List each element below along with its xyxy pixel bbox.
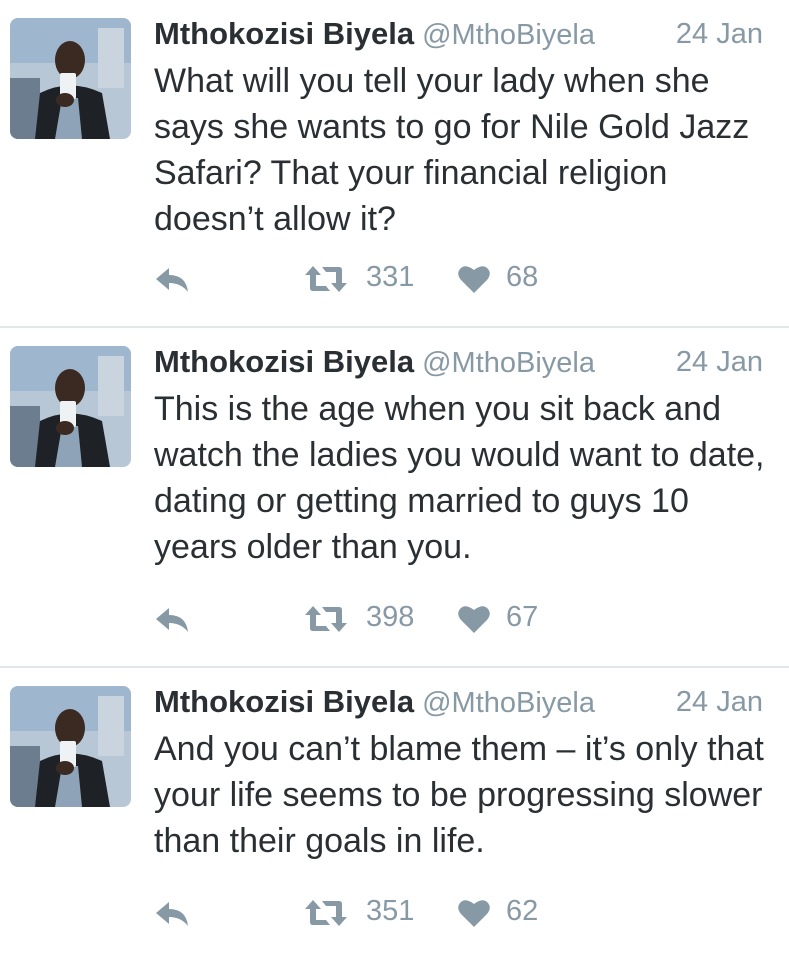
retweet-count: 331 xyxy=(366,261,415,293)
tweet-date[interactable]: 24 Jan xyxy=(676,346,763,379)
author-handle[interactable]: @MthoBiyela xyxy=(422,347,595,379)
avatar[interactable] xyxy=(10,18,131,139)
tweet-actions: 351 62 xyxy=(154,894,654,934)
tweet-header: Mthokozisi Biyela @MthoBiyela 24 Jan xyxy=(154,344,763,384)
reply-icon[interactable] xyxy=(154,266,190,294)
avatar[interactable] xyxy=(10,346,131,467)
author-name[interactable]: Mthokozisi Biyela xyxy=(154,344,414,379)
tweet-actions: 331 68 xyxy=(154,260,654,300)
reply-icon[interactable] xyxy=(154,606,190,634)
tweet-date[interactable]: 24 Jan xyxy=(676,686,763,719)
author-name[interactable]: Mthokozisi Biyela xyxy=(154,16,414,51)
retweet-count: 351 xyxy=(366,895,415,927)
avatar-photo xyxy=(10,346,131,467)
reply-icon[interactable] xyxy=(154,900,190,928)
like-count: 67 xyxy=(506,601,539,633)
heart-icon[interactable] xyxy=(458,264,490,294)
tweet-header: Mthokozisi Biyela @MthoBiyela 24 Jan xyxy=(154,684,763,724)
heart-icon[interactable] xyxy=(458,898,490,928)
author-handle[interactable]: @MthoBiyela xyxy=(422,19,595,51)
like-count: 68 xyxy=(506,261,539,293)
tweet-actions: 398 67 xyxy=(154,600,654,640)
author-name[interactable]: Mthokozisi Biyela xyxy=(154,684,414,719)
avatar-photo xyxy=(10,18,131,139)
tweet[interactable]: Mthokozisi Biyela @MthoBiyela 24 Jan And … xyxy=(0,668,789,960)
author-handle[interactable]: @MthoBiyela xyxy=(422,687,595,719)
heart-icon[interactable] xyxy=(458,604,490,634)
tweet[interactable]: Mthokozisi Biyela @MthoBiyela 24 Jan What… xyxy=(0,0,789,328)
like-count: 62 xyxy=(506,895,539,927)
avatar[interactable] xyxy=(10,686,131,807)
tweet[interactable]: Mthokozisi Biyela @MthoBiyela 24 Jan This… xyxy=(0,328,789,668)
tweet-text: And you can’t blame them – it’s only tha… xyxy=(154,730,764,860)
tweet-header: Mthokozisi Biyela @MthoBiyela 24 Jan xyxy=(154,16,763,56)
avatar-photo xyxy=(10,686,131,807)
tweet-date[interactable]: 24 Jan xyxy=(676,18,763,51)
timeline: Mthokozisi Biyela @MthoBiyela 24 Jan What… xyxy=(0,0,789,960)
retweet-icon[interactable] xyxy=(304,604,348,634)
tweet-text: This is the age when you sit back and wa… xyxy=(154,390,765,566)
retweet-icon[interactable] xyxy=(304,264,348,294)
retweet-count: 398 xyxy=(366,601,415,633)
tweet-text: What will you tell your lady when she sa… xyxy=(154,62,750,238)
retweet-icon[interactable] xyxy=(304,898,348,928)
